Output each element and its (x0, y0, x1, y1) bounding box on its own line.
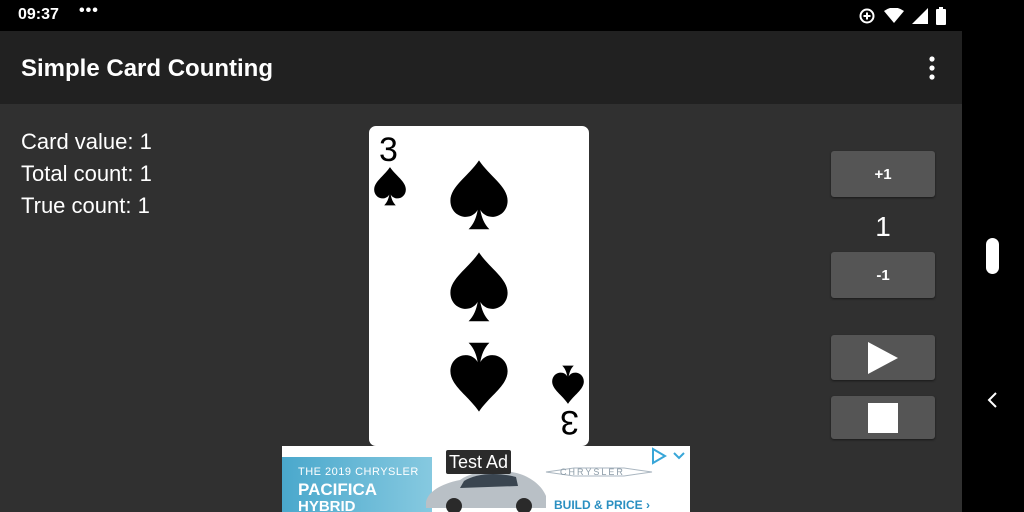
card-rank-bottom: 3 (560, 403, 579, 441)
status-bar: 09:37 ••• (0, 0, 962, 31)
back-icon[interactable] (985, 390, 1001, 410)
stats-panel: Card value: 1 Total count: 1 True count:… (21, 126, 152, 222)
test-ad-label: Test Ad (446, 450, 512, 474)
status-icons (858, 6, 946, 26)
card-value-text: Card value: 1 (21, 129, 152, 154)
data-saver-icon (859, 8, 875, 24)
total-count-text: Total count: 1 (21, 161, 152, 186)
signal-icon (912, 8, 928, 24)
ad-headline-1: PACIFICA (298, 480, 378, 499)
app-title: Simple Card Counting (21, 55, 273, 82)
adchoices-icon[interactable] (649, 447, 669, 465)
spade-icon (450, 252, 508, 322)
card-face: 3 3 (374, 131, 584, 441)
spade-icon (552, 365, 584, 404)
spade-icon (450, 342, 508, 412)
wifi-icon (884, 8, 904, 23)
home-pill-button[interactable] (986, 238, 999, 274)
count-display: 1 (875, 211, 891, 242)
true-count-text: True count: 1 (21, 193, 150, 218)
play-icon (868, 341, 898, 374)
ad-headline-2: HYBRID (298, 498, 356, 512)
status-time: 09:37 (18, 6, 59, 23)
stop-button[interactable] (831, 396, 935, 439)
spade-icon (374, 167, 406, 206)
ad-small-text: THE 2019 CHRYSLER (298, 466, 419, 478)
battery-icon (936, 7, 946, 25)
minus-one-button[interactable]: -1 (831, 252, 935, 298)
playing-card: 3 3 (369, 126, 589, 446)
play-button[interactable] (831, 335, 935, 380)
app-bar: Simple Card Counting (0, 31, 962, 104)
ad-brand-text: CHRYSLER (560, 467, 625, 477)
spade-icon (450, 160, 508, 230)
ad-close-icon[interactable] (671, 448, 687, 464)
overflow-menu-icon[interactable] (922, 55, 942, 81)
notification-dots: ••• (79, 2, 99, 19)
ad-cta-link[interactable]: BUILD & PRICE › (554, 498, 650, 512)
stop-icon (868, 402, 898, 433)
card-rank-top: 3 (379, 131, 398, 169)
plus-one-button[interactable]: +1 (831, 151, 935, 197)
